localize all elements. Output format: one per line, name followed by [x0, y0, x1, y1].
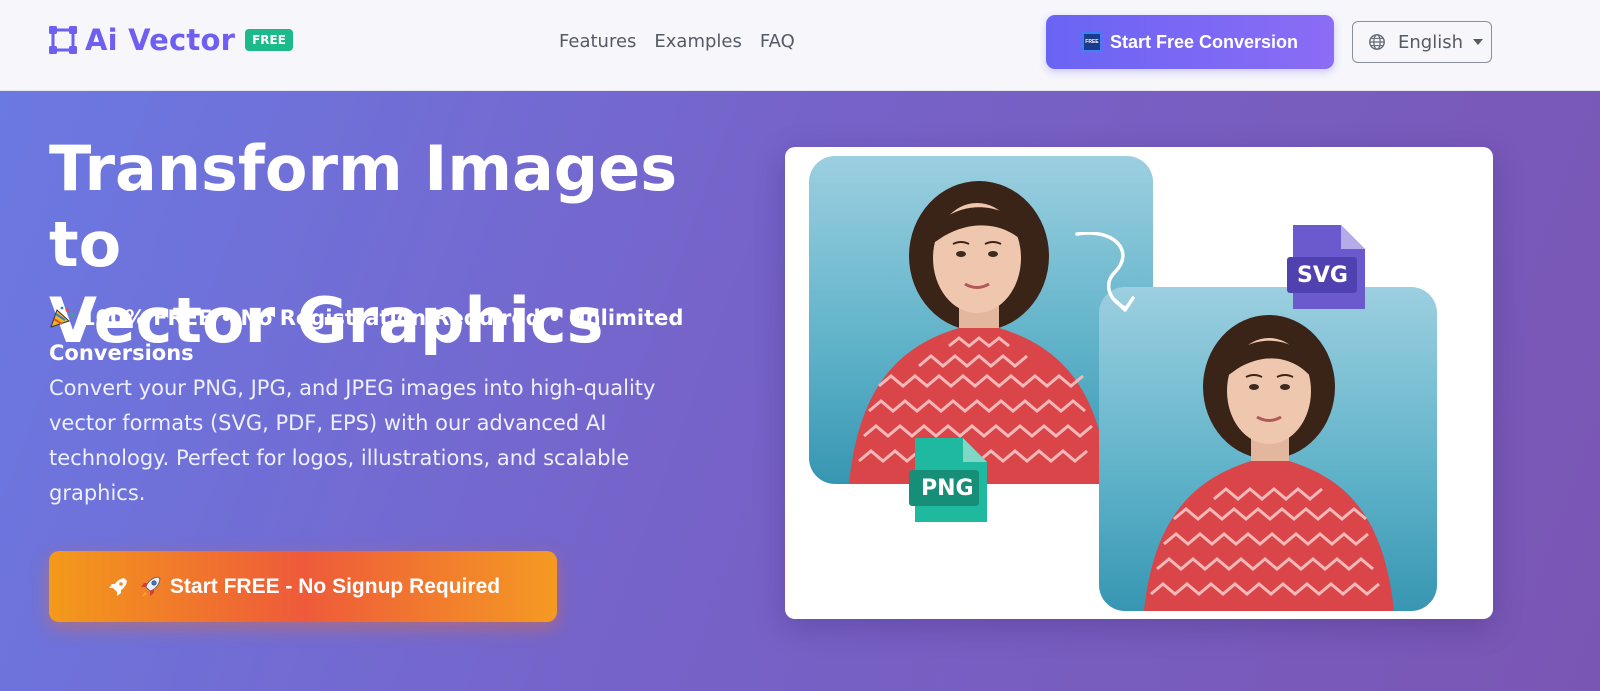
chevron-down-icon: [1473, 39, 1483, 45]
curved-arrow-icon: [1075, 232, 1135, 312]
start-free-conversion-button[interactable]: FREE Start Free Conversion: [1046, 15, 1334, 69]
png-label: PNG: [921, 476, 974, 501]
globe-icon: [1369, 34, 1385, 50]
logo-text: Ai Vector: [85, 23, 236, 57]
language-label: English: [1398, 31, 1463, 53]
svg-file-badge: SVG: [1287, 223, 1367, 313]
hero-title-line1: Transform Images to: [49, 132, 678, 281]
nav-links: Features Examples FAQ: [559, 31, 813, 52]
rocket-emoji-icon: [140, 576, 161, 597]
png-file-badge: PNG: [909, 436, 989, 526]
woman-portrait-vector-illustration: [1144, 315, 1394, 611]
nav-link-faq[interactable]: FAQ: [760, 31, 795, 52]
logo[interactable]: Ai Vector FREE: [49, 23, 293, 57]
language-selector[interactable]: English: [1352, 21, 1492, 63]
start-free-no-signup-button[interactable]: Start FREE - No Signup Required: [49, 551, 557, 622]
hero-description: Convert your PNG, JPG, and JPEG images i…: [49, 376, 656, 505]
hero-section: Transform Images to Vector Graphics 100%…: [0, 91, 1600, 691]
start-free-conversion-label: Start Free Conversion: [1109, 31, 1299, 52]
free-highlight-text: 100% FREE • No Registration Required • U…: [49, 306, 684, 365]
free-highlight: 100% FREE • No Registration Required • U…: [49, 301, 689, 371]
nav-link-features[interactable]: Features: [559, 31, 636, 52]
free-badge: FREE: [245, 29, 293, 51]
top-navbar: Ai Vector FREE Features Examples FAQ FRE…: [0, 0, 1600, 91]
party-popper-icon: [50, 306, 74, 328]
vector-result-photo: [1099, 287, 1437, 611]
free-icon: FREE: [1081, 32, 1102, 52]
rocket-icon: [108, 577, 127, 596]
start-free-no-signup-label: Start FREE - No Signup Required: [169, 574, 501, 598]
vector-square-icon: [49, 26, 77, 54]
nav-link-examples[interactable]: Examples: [654, 31, 741, 52]
svg-label: SVG: [1297, 263, 1348, 288]
conversion-demo-card: PNG SVG: [785, 147, 1493, 619]
